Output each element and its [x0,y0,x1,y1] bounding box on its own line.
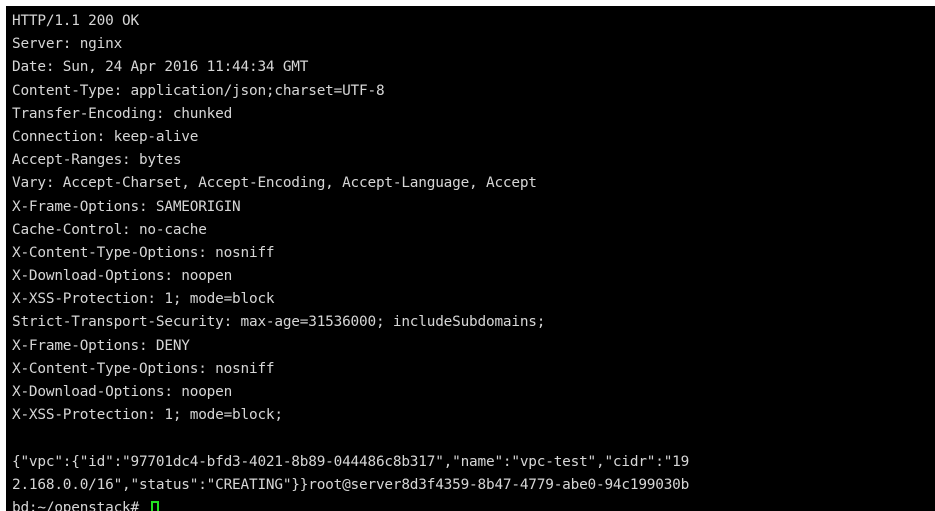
terminal-line: Vary: Accept-Charset, Accept-Encoding, A… [12,175,537,192]
terminal-line: Cache-Control: no-cache [12,221,207,238]
terminal-line: X-Frame-Options: DENY [12,337,190,354]
terminal-line: X-Content-Type-Options: nosniff [12,244,275,261]
terminal-line: X-XSS-Protection: 1; mode=block [12,291,275,308]
prompt-line[interactable]: bd:~/openstack# [12,497,689,511]
terminal-line: X-Frame-Options: SAMEORIGIN [12,198,241,215]
terminal-line: 2.168.0.0/16","status":"CREATING"}}root@… [12,476,690,493]
terminal-line: X-Download-Options: noopen [12,268,233,285]
terminal-line: X-Download-Options: noopen [12,384,233,400]
terminal-line: X-XSS-Protection: 1; mode=block; [12,407,283,424]
terminal-line: Transfer-Encoding: chunked [12,105,233,122]
terminal-line: {"vpc":{"id":"97701dc4-bfd3-4021-8b89-04… [12,453,690,470]
terminal-line: Date: Sun, 24 Apr 2016 11:44:34 GMT [12,59,309,76]
terminal-line: Connection: keep-alive [12,128,199,145]
terminal-window[interactable]: HTTP/1.1 200 OK Server: nginx Date: Sun,… [6,6,935,511]
shell-prompt: bd:~/openstack# [12,499,148,511]
terminal-line: HTTP/1.1 200 OK [12,13,139,29]
terminal-line: Content-Type: application/json;charset=U… [12,82,385,99]
terminal-line: Server: nginx [12,36,123,53]
terminal-output: HTTP/1.1 200 OK Server: nginx Date: Sun,… [12,10,689,511]
terminal-line: Accept-Ranges: bytes [12,152,182,169]
terminal-line: Strict-Transport-Security: max-age=31536… [12,314,546,331]
terminal-line: X-Content-Type-Options: nosniff [12,360,275,377]
cursor-icon [151,500,160,511]
